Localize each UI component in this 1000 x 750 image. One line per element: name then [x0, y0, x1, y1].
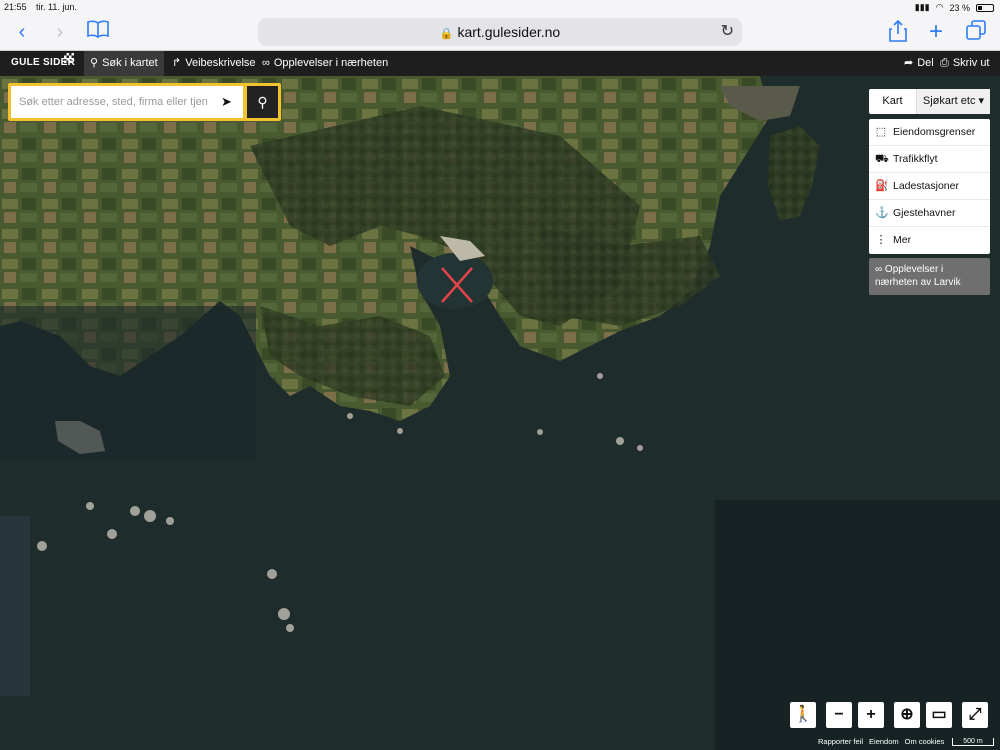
person-icon: 🚶	[793, 706, 813, 723]
binoculars-icon: ∞	[262, 57, 270, 69]
tab-directions[interactable]: ↱ Veibeskrivelse	[166, 51, 262, 76]
map-type-selected: Sjøkart etc	[922, 95, 976, 107]
layer-label: Eiendomsgrenser	[893, 125, 976, 138]
layer-charging[interactable]: ⛽ Ladestasjoner	[869, 173, 990, 200]
map-type-dropdown[interactable]: Sjøkart etc ▾	[917, 89, 990, 114]
search-icon: ⚲	[90, 57, 99, 69]
car-icon: ⛟	[875, 152, 889, 165]
status-right: ▮▮▮ ◠ 23 %	[915, 2, 994, 13]
street-view-button[interactable]: 🚶	[790, 702, 816, 728]
directions-icon: ↱	[172, 57, 182, 69]
share-icon[interactable]	[886, 19, 910, 44]
tab-label: Opplevelser i nærheten	[273, 57, 389, 69]
browser-toolbar: ‹ › 🔒 kart.gulesider.no ↻ +	[0, 14, 1000, 51]
layer-property-boundaries[interactable]: ⬚ Eiendomsgrenser	[869, 119, 990, 146]
tab-label: Veibeskrivelse	[185, 57, 256, 69]
new-tab-icon[interactable]: +	[924, 20, 948, 44]
fullscreen-button[interactable]: ⤢	[962, 702, 988, 728]
zoom-in-button[interactable]: +	[858, 702, 884, 728]
search-input[interactable]	[11, 86, 211, 118]
chevron-down-icon: ▾	[978, 95, 985, 107]
map-imagery	[0, 76, 1000, 750]
report-error-link[interactable]: Rapporter feil	[818, 737, 863, 746]
magnifier-icon: ⚲	[257, 94, 268, 110]
lock-icon: 🔒	[439, 28, 454, 40]
anchor-icon: ⚓	[875, 206, 889, 219]
battery-icon	[976, 3, 994, 12]
chevron-right-icon[interactable]: ›	[48, 20, 72, 44]
share-button[interactable]: ➦ Del	[904, 51, 934, 76]
expand-icon: ⤢	[968, 706, 982, 723]
search-button[interactable]: ⚲	[247, 86, 278, 118]
satellite-map[interactable]	[0, 76, 1000, 750]
signal-icon: ▮▮▮	[914, 2, 930, 12]
tabs-icon[interactable]	[964, 20, 988, 44]
scale-bar: 500 m	[952, 738, 994, 746]
reload-icon[interactable]: ↻	[721, 18, 734, 46]
print-button[interactable]: ⎙ Skriv ut	[940, 51, 990, 76]
layer-label: Mer	[893, 234, 912, 246]
experiences-nearby-button[interactable]: ∞ Opplevelser i nærheten av Larvik	[869, 258, 990, 295]
status-date: tir. 11. jun.	[36, 2, 77, 12]
url-bar[interactable]: 🔒 kart.gulesider.no ↻	[258, 18, 742, 46]
status-time: 21:55	[4, 2, 27, 12]
zoom-out-button[interactable]: −	[826, 702, 852, 728]
crosshair-icon: ⊕	[900, 706, 914, 723]
url-text: kart.gulesider.no	[457, 24, 561, 40]
map-type-kart[interactable]: Kart	[869, 89, 917, 114]
minus-icon: −	[834, 706, 844, 723]
layer-traffic[interactable]: ⛟ Trafikkflyt	[869, 146, 990, 173]
layer-guest-harbors[interactable]: ⚓ Gjestehavner	[869, 200, 990, 227]
battery-percent: 23 %	[949, 2, 970, 13]
ruler-icon: ▭	[931, 706, 947, 723]
print-label: Skriv ut	[952, 57, 990, 69]
bookmarks-icon[interactable]	[86, 20, 110, 44]
my-location-button[interactable]: ⊕	[894, 702, 920, 728]
share-label: Del	[917, 57, 934, 69]
search-box: ➤ ⚲	[8, 83, 281, 121]
property-link[interactable]: Eiendom	[869, 737, 899, 746]
layer-label: Gjestehavner	[893, 206, 956, 219]
experiences-label: Opplevelser i nærheten av Larvik	[875, 264, 961, 288]
property-icon: ⬚	[875, 125, 887, 138]
layer-label: Ladestasjoner	[893, 179, 959, 192]
tab-label: Søk i kartet	[102, 57, 158, 69]
status-bar: 21:55 tir. 11. jun. ▮▮▮ ◠ 23 %	[0, 0, 1000, 14]
chevron-left-icon[interactable]: ‹	[10, 20, 34, 44]
map-footer: Rapporter feil Eiendom Om cookies	[818, 737, 944, 746]
tab-search-map[interactable]: ⚲ Søk i kartet	[84, 51, 164, 76]
search-input-wrapper: ➤	[11, 86, 243, 118]
locate-me-icon[interactable]: ➤	[221, 94, 232, 110]
tab-experiences[interactable]: ∞ Opplevelser i nærheten	[256, 51, 394, 76]
layer-label: Trafikkflyt	[893, 152, 938, 165]
app-navbar: GULE SIDER ⚲ Søk i kartet ↱ Veibeskrivel…	[0, 51, 1000, 76]
printer-icon: ⎙	[940, 57, 949, 69]
wifi-icon: ◠	[935, 2, 944, 12]
charging-icon: ⛽	[875, 179, 889, 192]
share-arrow-icon: ➦	[904, 57, 914, 69]
logo-pattern-icon	[64, 53, 74, 63]
plus-icon: +	[866, 706, 876, 723]
measure-button[interactable]: ▭	[926, 702, 952, 728]
cookies-link[interactable]: Om cookies	[905, 737, 945, 746]
binoculars-icon: ∞	[875, 264, 885, 275]
map-type-switch: Kart Sjøkart etc ▾	[869, 89, 990, 114]
layer-menu: ⬚ Eiendomsgrenser ⛟ Trafikkflyt ⛽ Ladest…	[869, 119, 990, 254]
more-icon: ⋮	[875, 234, 887, 246]
layer-more[interactable]: ⋮ Mer	[869, 227, 990, 254]
